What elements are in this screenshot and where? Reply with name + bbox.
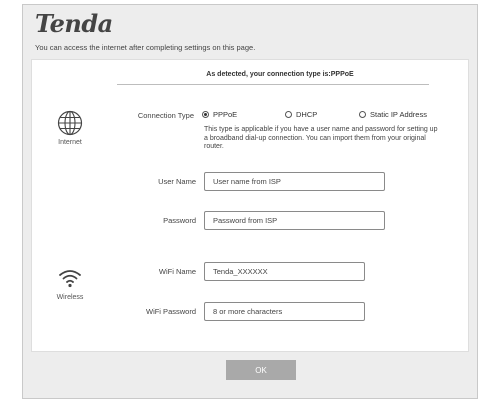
radio-dhcp-label: DHCP (296, 110, 318, 119)
wifi-password-input[interactable] (204, 302, 365, 321)
wifi-icon (59, 270, 81, 288)
radio-pppoe[interactable]: PPPoE (202, 110, 237, 119)
wifi-name-input[interactable] (204, 262, 365, 281)
password-label: Password (163, 216, 196, 225)
radio-selected-icon[interactable] (202, 111, 209, 118)
connection-type-label: Connection Type (137, 111, 194, 120)
radio-static-ip[interactable]: Static IP Address (359, 110, 427, 119)
wifi-name-label: WiFi Name (158, 267, 196, 276)
setup-window: Tenda You can access the internet after … (22, 4, 478, 399)
wireless-section-header: Wireless (40, 268, 100, 301)
page-subtitle: You can access the internet after comple… (35, 43, 256, 52)
wifi-password-label: WiFi Password (145, 307, 196, 316)
radio-pppoe-label: PPPoE (213, 110, 238, 119)
radio-static-ip-label: Static IP Address (370, 110, 427, 119)
radio-dhcp[interactable]: DHCP (285, 110, 317, 119)
divider (117, 84, 429, 85)
password-input[interactable] (204, 211, 385, 230)
tenda-logo: Tenda (35, 9, 113, 38)
globe-icon (57, 110, 83, 136)
detected-connection-message: As detected, your connection type is:PPP… (206, 71, 354, 78)
internet-section-header: Internet (40, 110, 100, 146)
internet-label: Internet (58, 139, 82, 146)
username-label: User Name (158, 177, 196, 186)
username-input[interactable] (204, 172, 385, 191)
radio-unselected-icon[interactable] (359, 111, 366, 118)
radio-unselected-icon[interactable] (285, 111, 292, 118)
wireless-label: Wireless (56, 294, 84, 301)
ok-button[interactable]: OK (226, 360, 296, 380)
connection-type-description: This type is applicable if you have a us… (204, 126, 438, 150)
connection-type-radio-group: PPPoE DHCP Static IP Address (202, 110, 442, 122)
